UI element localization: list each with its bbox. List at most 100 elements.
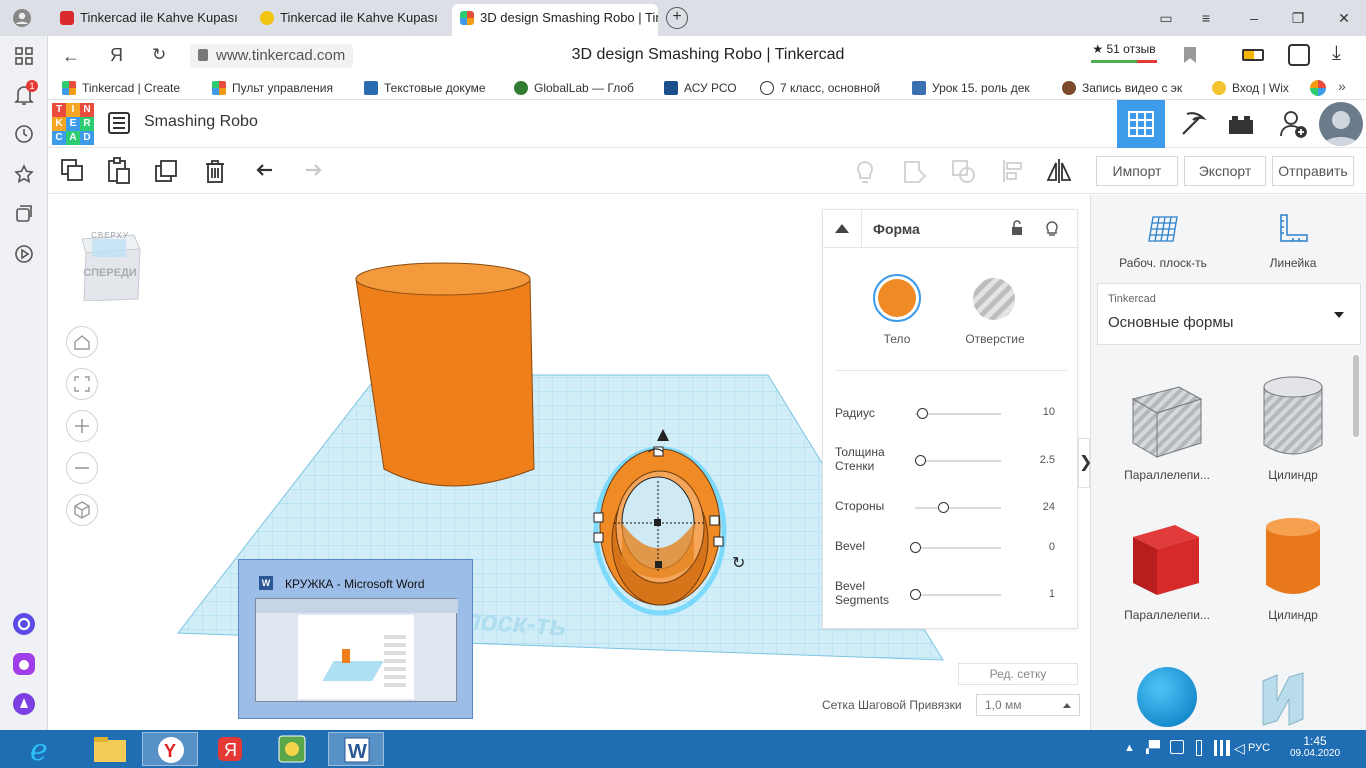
favorites-star-icon[interactable] [12,164,36,188]
shape-cylinder-hole[interactable]: Цилиндр [1233,373,1353,485]
bookmark-9[interactable]: Вход | Wix [1212,79,1289,97]
copy-button[interactable] [58,156,88,186]
wall-slider-knob[interactable] [915,455,927,466]
bevel-segments-slider-track[interactable] [915,594,1001,596]
bookmark-7[interactable]: Урок 15. роль дек [912,79,1030,97]
profile-icon[interactable] [12,8,32,28]
close-icon[interactable]: ✕ [1334,8,1354,28]
chat-icon[interactable] [1288,44,1310,66]
wall-slider-track[interactable] [915,460,1001,462]
workplane-tool[interactable]: Рабоч. плоск-ть [1113,211,1213,271]
paste-button[interactable] [104,156,134,186]
shape-cylinder-solid[interactable]: Цилиндр [1233,513,1353,625]
battery-icon[interactable] [1242,49,1264,61]
library-select[interactable]: Tinkercad Основные формы [1097,283,1361,345]
bookmark-8[interactable]: Запись видео с эк [1062,79,1182,97]
fit-view-button[interactable] [66,368,98,400]
rotate-top-icon[interactable]: ⌒ [648,443,664,467]
delete-button[interactable] [200,156,230,186]
ruler-tool[interactable]: Линейка [1251,211,1335,271]
export-button[interactable]: Экспорт [1184,156,1266,186]
notifications-icon[interactable]: 1 [12,80,38,108]
alice-assistant-icon[interactable] [12,692,36,716]
prop-value-bevel-segments[interactable]: 1 [1049,588,1055,600]
bookmark-3[interactable]: Текстовые докуме [364,79,486,97]
align-button[interactable] [998,156,1028,186]
design-list-icon[interactable] [108,112,130,134]
keyboard-language[interactable]: РУС [1248,742,1270,754]
inspector-lightbulb-icon[interactable] [1045,219,1059,237]
tabs-collection-icon[interactable]: ▭ [1156,8,1176,28]
explorer-taskbar-app[interactable] [82,732,138,766]
bevel-segments-slider-knob[interactable] [910,589,921,600]
bookmark-icon[interactable] [1184,47,1196,63]
extensions-icon[interactable] [1310,80,1326,96]
reload-icon[interactable]: ↻ [152,45,166,65]
ie-taskbar-app[interactable]: e [22,732,68,768]
lift-arrow-icon[interactable] [657,429,669,441]
word-window-preview[interactable]: W КРУЖКА - Microsoft Word [238,559,473,719]
yandex-browser-taskbar-app[interactable]: Y [142,732,198,766]
messenger-icon[interactable] [12,652,36,676]
solid-toggle[interactable] [873,274,921,322]
shape-box-solid[interactable]: Параллелепи... [1107,513,1227,625]
zoom-in-button[interactable] [66,410,98,442]
add-user-button[interactable] [1269,100,1317,148]
3d-viewport[interactable]: Рабоч. плоск-ть ⌒ ↻ СВЕРХУ СПЕРЕДИ [48,195,1090,730]
network-icon[interactable] [1214,740,1230,756]
shape-sphere[interactable] [1137,667,1197,727]
bookmark-2[interactable]: Пульт управления [212,79,333,97]
zoom-out-button[interactable] [66,452,98,484]
url-field[interactable]: www.tinkercad.com [190,44,354,68]
bookmark-4[interactable]: GlobalLab — Глоб [514,79,634,97]
panel-scrollbar[interactable] [1353,355,1359,437]
menu-icon[interactable]: ≡ [1196,8,1216,28]
ungroup-button[interactable] [948,156,978,186]
prop-value-radius[interactable]: 10 [1043,406,1055,418]
bookmark-6[interactable]: 7 класс, основной [760,79,880,97]
view-3d-button[interactable] [1117,100,1165,148]
collections-icon[interactable] [12,204,36,228]
view-cube[interactable]: СВЕРХУ СПЕРЕДИ [78,227,142,302]
tray-app-icon[interactable] [1170,740,1184,754]
clock[interactable]: 1:45 09.04.2020 [1284,734,1346,759]
tray-chevron-icon[interactable]: ▲ [1124,742,1135,754]
sides-slider-track[interactable] [915,507,1001,509]
shape-text[interactable] [1259,671,1319,729]
volume-icon[interactable]: ◁ [1234,740,1245,757]
radius-slider-knob[interactable] [916,408,928,419]
build-button[interactable] [1169,100,1217,148]
yandex-logo-icon[interactable]: Я [110,45,123,66]
history-icon[interactable] [12,124,36,148]
bevel-slider-knob[interactable] [910,542,921,553]
perspective-button[interactable] [66,494,98,526]
bookmark-1[interactable]: Tinkercad | Create [62,79,180,97]
video-play-icon[interactable] [12,244,36,268]
bevel-slider-track[interactable] [915,547,1001,549]
back-arrow-icon[interactable]: ← [62,46,82,66]
battery-tray-icon[interactable] [1196,740,1202,756]
radius-slider-track[interactable] [915,413,1001,415]
home-view-button[interactable] [66,326,98,358]
apps-grid-icon[interactable] [12,46,36,70]
selected-tube[interactable] [584,423,764,623]
prop-value-bevel[interactable]: 0 [1049,541,1055,553]
prop-value-sides[interactable]: 24 [1043,501,1055,513]
mirror-button[interactable] [1044,156,1074,186]
import-button[interactable]: Импорт [1096,156,1178,186]
show-hint-button[interactable] [850,156,880,186]
minimize-icon[interactable]: – [1244,8,1264,28]
panel-toggle-chevron-icon[interactable]: ❯ [1078,438,1090,488]
shape-box-hole[interactable]: Параллелепи... [1107,373,1227,485]
edit-grid-button[interactable]: Ред. сетку [958,663,1078,685]
collapse-caret-icon[interactable] [835,224,849,233]
tab-2[interactable]: Tinkercad ile Kahve Kupası [252,4,448,32]
more-bookmarks-icon[interactable]: » [1338,78,1346,94]
hole-toggle[interactable] [973,278,1015,320]
unlock-icon[interactable] [1011,220,1023,236]
orange-cylinder[interactable] [348,257,548,497]
tinkercad-logo[interactable]: TIN KER CAD [52,103,94,145]
prop-value-wall[interactable]: 2.5 [1040,454,1055,466]
restore-icon[interactable]: ❐ [1288,8,1308,28]
yandex-taskbar-app[interactable]: Я [202,732,258,766]
